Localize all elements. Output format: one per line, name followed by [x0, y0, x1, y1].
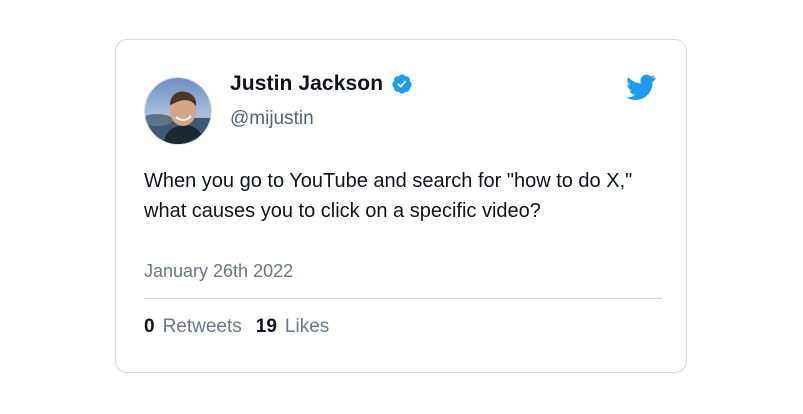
likes-count[interactable]: 19 — [256, 316, 277, 338]
divider — [144, 298, 662, 299]
retweets-count[interactable]: 0 — [144, 316, 155, 338]
tweet-text: When you go to YouTube and search for "h… — [144, 170, 633, 222]
tweet-card: Justin Jackson @mijustin When you go to … — [115, 39, 687, 373]
verified-badge-icon — [392, 74, 412, 94]
author-handle[interactable]: @mijustin — [230, 108, 314, 130]
tweet-date[interactable]: January 26th 2022 — [144, 261, 293, 282]
author-row: Justin Jackson — [230, 72, 413, 96]
likes-label[interactable]: Likes — [285, 316, 329, 338]
avatar-image — [145, 78, 211, 144]
tweet-stats: 0 Retweets 19 Likes — [144, 316, 329, 338]
twitter-bird-icon[interactable] — [626, 74, 656, 100]
retweets-label[interactable]: Retweets — [163, 316, 242, 338]
avatar[interactable] — [144, 77, 212, 145]
author-name[interactable]: Justin Jackson — [230, 72, 383, 96]
